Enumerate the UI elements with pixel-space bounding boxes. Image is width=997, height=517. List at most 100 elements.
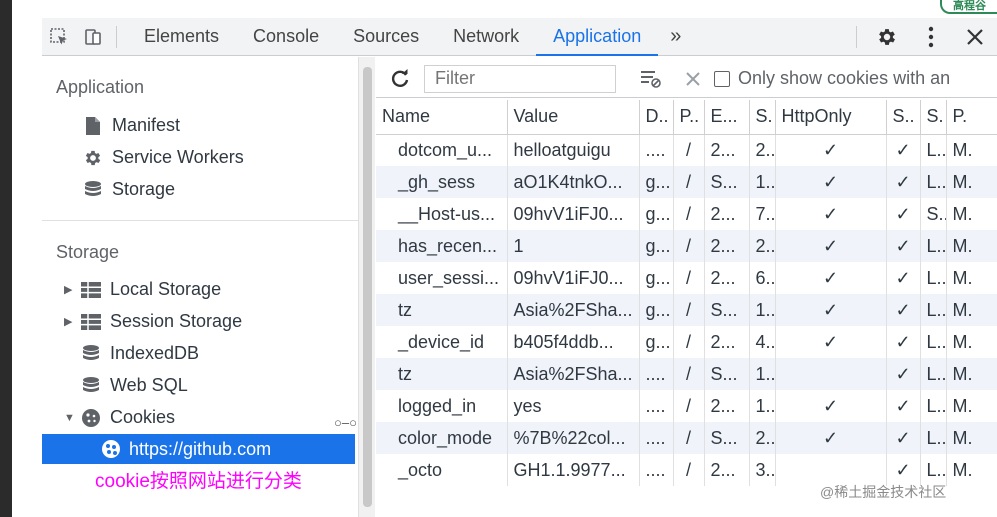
table-cell: g... [639, 230, 674, 262]
table-cell: dotcom_u... [376, 134, 508, 166]
table-cell: / [673, 198, 705, 230]
table-cell: 4.. [749, 326, 776, 358]
table-cell: M. [946, 230, 997, 262]
column-header[interactable]: S. [920, 100, 947, 135]
table-cell: ✓ [775, 198, 887, 230]
collapse-arrow-icon[interactable]: ▼ [64, 412, 80, 424]
sidebar-item-indexeddb[interactable]: IndexedDB [80, 343, 199, 364]
annotation-text: cookie按照网站进行分类 [95, 471, 302, 492]
table-cell: ✓ [886, 422, 921, 454]
sidebar-item-manifest[interactable]: Manifest [82, 115, 180, 136]
table-cell: L.. [920, 390, 947, 422]
sidebar-item-label: Storage [112, 179, 176, 199]
column-header[interactable]: E... [704, 100, 750, 135]
table-cell: / [673, 230, 705, 262]
column-header[interactable]: P. [946, 100, 997, 135]
table-cell: 6.. [749, 262, 776, 294]
table-cell: _device_id [376, 326, 508, 358]
table-cell: 1.. [749, 166, 776, 198]
table-row[interactable]: tz Asia%2FSha... g... / S... 1.. ✓ ✓ L.. M. [376, 294, 997, 326]
table-cell: 2... [704, 230, 750, 262]
table-cell: _gh_sess [376, 166, 508, 198]
more-tabs-icon[interactable]: » [658, 18, 693, 56]
sidebar-heading-storage: Storage [56, 242, 120, 262]
table-cell: b405f4ddb... [507, 326, 640, 358]
device-toolbar-icon[interactable] [76, 18, 110, 56]
application-sidebar: Application Manifest Service Workers Sto… [42, 57, 358, 517]
database-icon [82, 180, 104, 200]
tab-console[interactable]: Console [236, 18, 336, 56]
table-cell: ✓ [886, 326, 921, 358]
sidebar-item-local-storage[interactable]: ▶ Local Storage [64, 279, 221, 300]
table-cell: M. [946, 262, 997, 294]
table-cell: S... [704, 358, 750, 390]
table-cell: L.. [920, 230, 947, 262]
sidebar-item-cookies[interactable]: ▼ Cookies [64, 407, 175, 428]
table-row[interactable]: has_recen... 1 g.../2... 2.. ✓ ✓ L.. M. [376, 230, 997, 262]
sidebar-item-storage[interactable]: Storage [82, 179, 175, 200]
inspect-element-icon[interactable] [42, 18, 76, 56]
table-body: dotcom_u... helloatguigu..../2... 2.. ✓ ✓ L..… [376, 134, 997, 486]
column-header[interactable]: S. [749, 100, 776, 135]
checkbox-box[interactable] [714, 70, 730, 87]
sidebar-item-label: https://github.com [129, 438, 272, 459]
table-cell: .... [639, 454, 674, 486]
expand-arrow-icon[interactable]: ▶ [64, 283, 80, 296]
window-edge [0, 0, 12, 517]
clear-filtered-icon[interactable] [630, 70, 672, 88]
tab-application[interactable]: Application [536, 18, 659, 56]
sidebar-item-service-workers[interactable]: Service Workers [82, 147, 244, 168]
sidebar-scrollbar[interactable] [358, 57, 375, 517]
sidebar-heading-application: Application [56, 77, 145, 97]
column-header[interactable]: P.. [673, 100, 705, 135]
column-header[interactable]: Value [507, 100, 640, 135]
table-cell: S... [704, 422, 750, 454]
delete-all-icon[interactable] [672, 71, 714, 87]
tab-network[interactable]: Network [436, 18, 536, 56]
document-icon [82, 116, 104, 136]
logo: 高程谷 [940, 0, 997, 14]
tab-sources[interactable]: Sources [336, 18, 436, 56]
refresh-icon[interactable] [376, 68, 424, 89]
cookies-table: Name Value D.. P.. E... S. HttpOnly S.. S. P. dot… [376, 100, 997, 486]
table-cell: 2... [704, 198, 750, 230]
table-row[interactable]: __Host-us... 09hvV1iFJ0... g.../2... 7.. ✓ ✓ S… [376, 198, 997, 230]
table-row[interactable]: user_sessi... 09hvV1iFJ0... g.../2... 6.. ✓ ✓… [376, 262, 997, 294]
table-cell: L.. [920, 294, 947, 326]
only-show-issues-checkbox[interactable]: Only show cookies with an [714, 68, 950, 89]
table-row[interactable]: _device_id b405f4ddb... g.../2... 4.. ✓ ✓ L.. M… [376, 326, 997, 358]
expand-arrow-icon[interactable]: ▶ [64, 315, 80, 328]
toolbar-divider [856, 25, 857, 48]
table-cell: .... [639, 134, 674, 166]
table-cell: S... [704, 166, 750, 198]
sidebar-item-web-sql[interactable]: Web SQL [80, 375, 188, 396]
sidebar-item-label: Service Workers [112, 147, 244, 167]
settings-gear-icon[interactable] [865, 18, 909, 56]
table-cell: color_mode [376, 422, 508, 454]
column-header[interactable]: D.. [639, 100, 674, 135]
table-cell: Asia%2FSha... [507, 358, 640, 390]
gear-icon [82, 148, 104, 168]
sidebar-item-session-storage[interactable]: ▶ Session Storage [64, 311, 242, 332]
scrollbar-thumb[interactable] [363, 67, 372, 507]
table-row[interactable]: color_mode %7B%22col....... / S... 2.. ✓ ✓ L.. M… [376, 422, 997, 454]
table-cell: M. [946, 358, 997, 390]
close-icon[interactable] [953, 18, 997, 56]
column-header[interactable]: S.. [886, 100, 921, 135]
table-cell: / [673, 326, 705, 358]
table-cell: 3.. [749, 454, 776, 486]
table-cell: g... [639, 166, 674, 198]
table-row[interactable]: tz Asia%2FSha....... / S... 1.. ✓ L.. M. [376, 358, 997, 390]
table-header-row: Name Value D.. P.. E... S. HttpOnly S.. S. P. [376, 100, 997, 135]
tab-elements[interactable]: Elements [127, 18, 236, 56]
kebab-menu-icon[interactable] [909, 18, 953, 56]
table-cell: M. [946, 390, 997, 422]
table-row[interactable]: logged_in yes..../2... 1.. ✓ ✓ L.. M. [376, 390, 997, 422]
column-header[interactable]: Name [376, 100, 508, 135]
table-cell: 1.. [749, 294, 776, 326]
table-row[interactable]: _gh_sess aO1K4tnkO... g... / S... 1.. ✓ ✓ L.. M. [376, 166, 997, 198]
filter-input[interactable] [424, 64, 616, 93]
column-header[interactable]: HttpOnly [775, 100, 887, 135]
table-row[interactable]: dotcom_u... helloatguigu..../2... 2.. ✓ ✓ L..… [376, 134, 997, 166]
drag-handle-icon[interactable]: ○–○ [334, 415, 357, 430]
